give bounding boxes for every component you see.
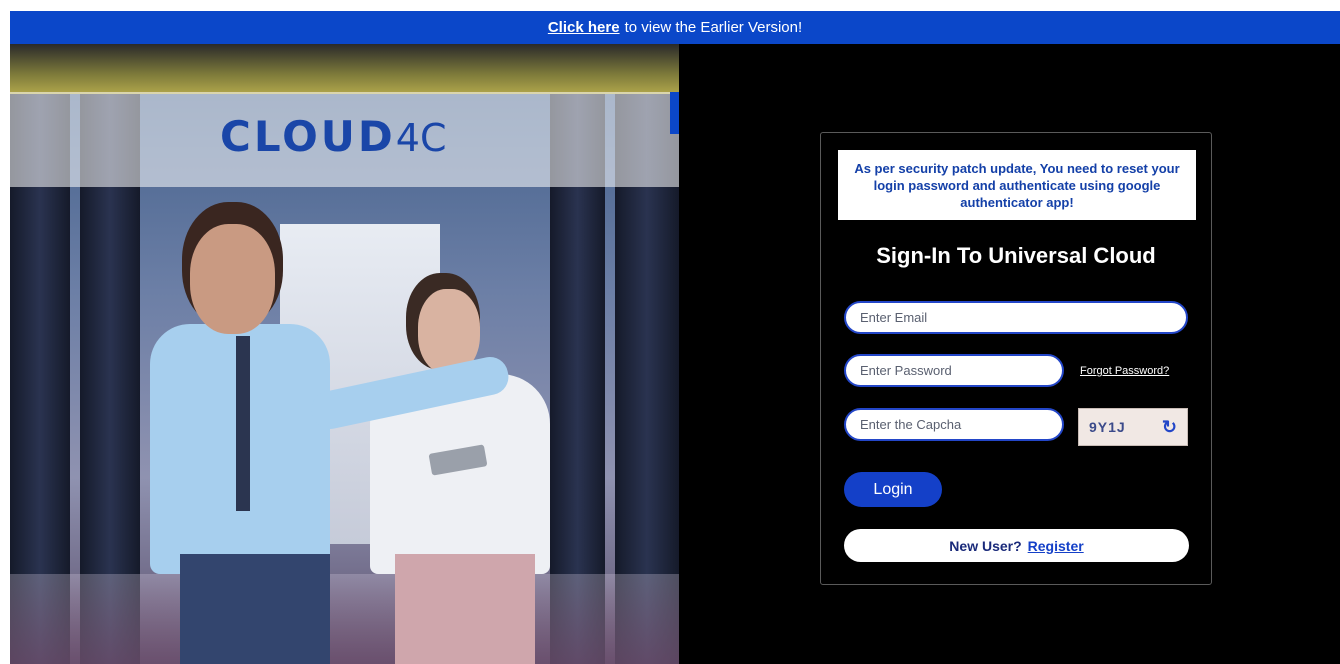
new-user-label: New User? [949,537,1022,554]
captcha-box: 9Y1J ↻ [1078,408,1188,446]
top-banner: Click here to view the Earlier Version! [10,11,1340,44]
login-title: Sign-In To Universal Cloud [876,243,1156,268]
hero-image: CLOUD4C [10,44,679,664]
man-tie [236,336,250,511]
register-bar: New User? Register [844,529,1189,562]
refresh-icon[interactable]: ↻ [1162,417,1177,438]
captcha-input[interactable] [844,408,1064,441]
earlier-version-link[interactable]: Click here [548,19,620,36]
woman-legs [395,554,535,664]
brand-logo: CLOUD4C [220,112,446,161]
security-notice: As per security patch update, You need t… [838,150,1196,220]
register-link[interactable]: Register [1028,538,1084,554]
man-legs [180,554,330,664]
hero-ceiling [10,44,679,94]
logo-accent-bar [670,92,679,134]
login-button[interactable]: Login [844,472,942,507]
captcha-code: 9Y1J [1089,419,1126,435]
hero-floor [10,574,679,664]
man-head [190,224,275,334]
logo-main: CLOUD [220,112,396,161]
forgot-password-link[interactable]: Forgot Password? [1080,365,1169,377]
login-card: As per security patch update, You need t… [820,132,1212,585]
banner-text: to view the Earlier Version! [624,19,803,36]
email-input[interactable] [844,301,1188,334]
password-input[interactable] [844,354,1064,387]
logo-suffix: 4C [395,116,447,160]
